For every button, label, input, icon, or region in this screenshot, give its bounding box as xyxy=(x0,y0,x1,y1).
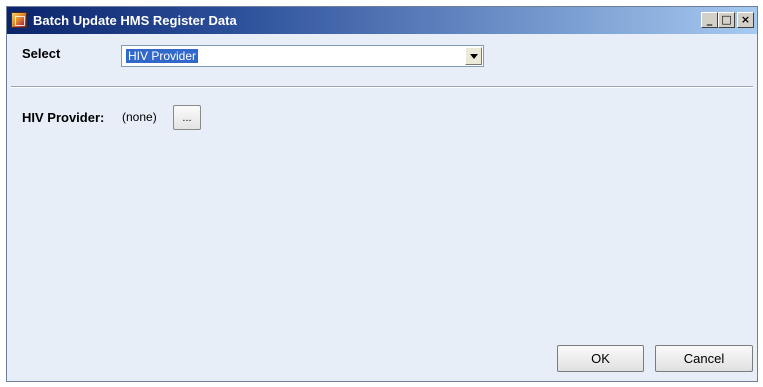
app-icon xyxy=(11,12,27,28)
cancel-button[interactable]: Cancel xyxy=(655,345,753,372)
select-dropdown[interactable]: HIV Provider xyxy=(121,45,484,67)
browse-button[interactable]: ... xyxy=(173,105,201,130)
window-controls: _ □ × xyxy=(701,12,754,28)
hiv-provider-label: HIV Provider: xyxy=(22,110,105,125)
title-bar[interactable]: Batch Update HMS Register Data _ □ × xyxy=(7,7,757,34)
minimize-button[interactable]: _ xyxy=(701,12,718,28)
hiv-provider-value: (none) xyxy=(122,110,157,124)
divider xyxy=(11,86,753,88)
ok-button[interactable]: OK xyxy=(557,345,644,372)
close-button[interactable]: × xyxy=(737,12,754,28)
window-title: Batch Update HMS Register Data xyxy=(33,13,237,28)
dialog-window: Batch Update HMS Register Data _ □ × Sel… xyxy=(6,6,758,382)
chevron-down-icon[interactable] xyxy=(465,47,482,65)
select-dropdown-value: HIV Provider xyxy=(126,49,199,63)
maximize-button[interactable]: □ xyxy=(718,12,735,28)
select-label: Select xyxy=(22,46,61,61)
